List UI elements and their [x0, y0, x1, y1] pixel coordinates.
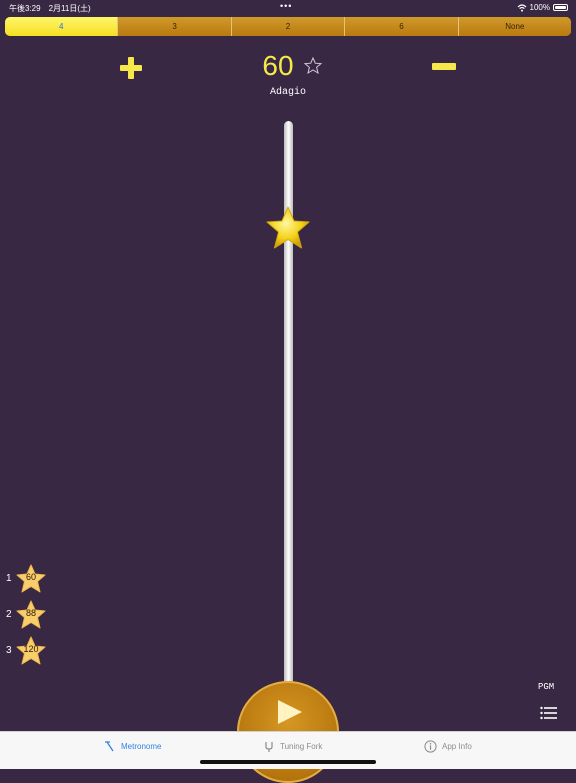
preset-number: 2 [6, 609, 12, 620]
wifi-icon [517, 3, 526, 12]
battery-icon [553, 4, 568, 11]
bpm-value: 60 [262, 50, 294, 81]
tempo-marking: Adagio [269, 87, 306, 98]
decrease-tempo-button[interactable] [432, 57, 456, 77]
beats-option-3[interactable]: 3 [117, 17, 231, 36]
info-icon [424, 740, 437, 753]
tab-tuning-fork[interactable]: Tuning Fork [263, 740, 322, 752]
tab-app-info[interactable]: App Info [424, 740, 472, 753]
status-right: 100% [517, 3, 568, 12]
beats-option-2[interactable]: 2 [230, 17, 345, 36]
minus-icon [432, 63, 456, 70]
preset-1[interactable]: 1 60 [5, 564, 46, 594]
tab-label: App Info [442, 742, 472, 751]
multitasking-dots[interactable]: ••• [280, 1, 292, 11]
beats-option-none[interactable]: None [457, 17, 571, 36]
preset-bpm: 60 [25, 572, 36, 582]
beats-selector: 4 3 2 6 None [5, 17, 571, 36]
preset-number: 3 [6, 645, 12, 656]
tuning-fork-icon [265, 742, 273, 752]
battery-percent: 100% [529, 3, 550, 12]
add-favorite-star-icon[interactable] [303, 56, 323, 76]
preset-2[interactable]: 2 88 [5, 600, 46, 630]
tab-label: Metronome [121, 741, 162, 751]
tab-metronome[interactable]: Metronome [104, 740, 161, 752]
preset-bpm: 120 [23, 644, 39, 654]
metronome-icon [105, 741, 114, 752]
beats-option-4[interactable]: 4 [5, 17, 118, 36]
home-indicator [200, 760, 376, 764]
preset-bpm: 88 [25, 608, 36, 618]
increase-tempo-button[interactable] [120, 57, 142, 79]
status-bar: 午後3:29 2月11日(土) ••• 100% [0, 0, 576, 14]
pendulum-weight-star-icon[interactable] [264, 205, 312, 251]
list-icon[interactable] [540, 706, 558, 720]
preset-3[interactable]: 3 120 [5, 636, 46, 666]
pgm-button[interactable]: PGM [538, 682, 554, 692]
tab-label: Tuning Fork [280, 741, 323, 751]
status-time: 午後3:29 2月11日(土) [9, 4, 91, 13]
preset-number: 1 [6, 573, 12, 584]
beats-option-6[interactable]: 6 [344, 17, 458, 36]
play-icon [278, 700, 302, 724]
